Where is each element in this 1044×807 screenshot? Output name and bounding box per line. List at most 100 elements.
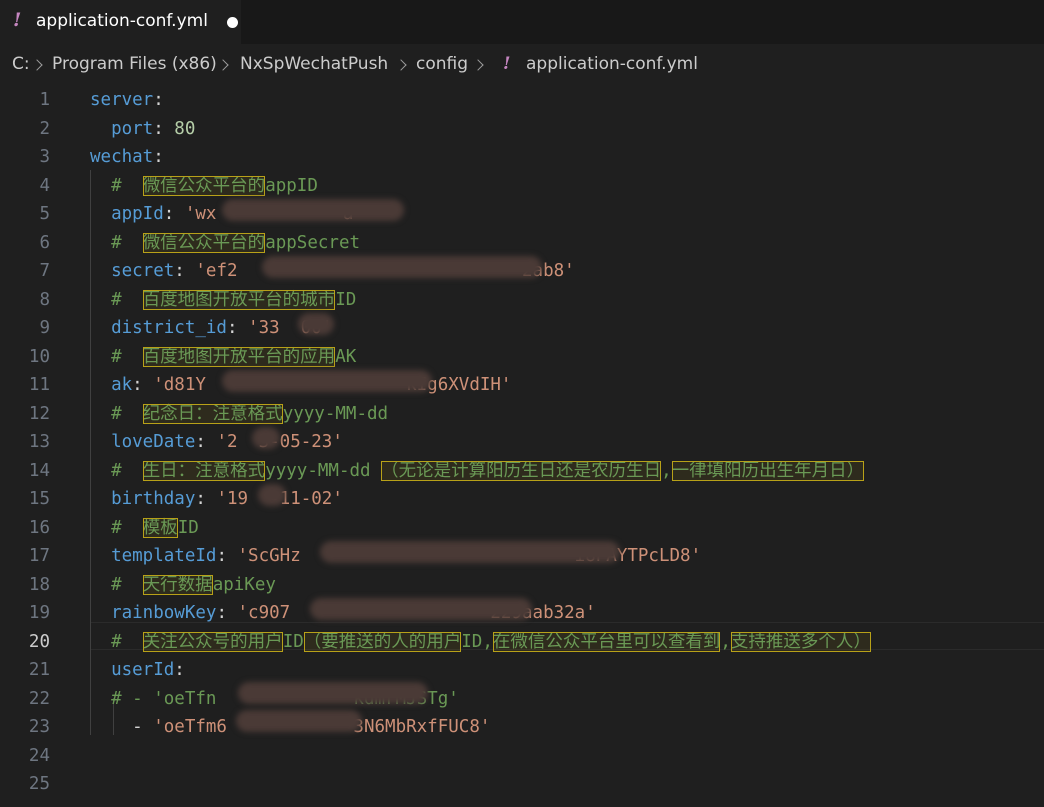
code-token: ID xyxy=(177,517,199,538)
code-token: : xyxy=(153,90,164,110)
code-token: yyyy-MM-dd xyxy=(282,403,389,424)
line-number: 2 xyxy=(39,118,50,139)
line-number: 3 xyxy=(39,147,50,167)
code-token: 生日：注意格式 xyxy=(142,460,266,481)
code-token: wechat xyxy=(90,147,154,167)
redaction-blur xyxy=(258,484,286,506)
code-token: # xyxy=(90,631,143,652)
yaml-file-icon: ! xyxy=(503,54,511,74)
code-line[interactable]: 8 # 百度地图开放平台的城市ID xyxy=(0,286,1044,314)
code-token: （无论是计算阳历生日还是农历生日 xyxy=(381,460,662,481)
code-line[interactable]: 18 # 天行数据apiKey xyxy=(0,571,1044,599)
code-token: birthday xyxy=(90,489,196,509)
code-token: appID xyxy=(265,175,318,196)
line-number: 21 xyxy=(28,660,50,680)
redaction-blur xyxy=(222,199,404,221)
line-code: port: 80 xyxy=(90,115,195,143)
code-line[interactable]: 5 appId: 'wx a' xyxy=(0,200,1044,228)
code-token: '19 xyxy=(216,489,249,509)
code-token: 'wx xyxy=(184,204,217,224)
code-line[interactable]: 16 # 模板ID xyxy=(0,514,1044,542)
yaml-file-icon: ! xyxy=(13,9,22,31)
code-token: userId xyxy=(90,660,175,680)
code-line[interactable]: 14 # 生日：注意格式yyyy-MM-dd （无论是计算阳历生日还是农历生日,… xyxy=(0,457,1044,485)
code-token: , xyxy=(661,460,672,481)
code-token: 关注公众号的用户 xyxy=(142,631,283,652)
line-code: userId: xyxy=(90,656,185,684)
code-line[interactable]: 1 server: xyxy=(0,86,1044,114)
code-token: ID xyxy=(282,631,304,652)
code-editor[interactable]: 1 server: 2 port: 80 3 wechat: 4 # 微信公众平台的app… xyxy=(0,86,1044,807)
line-number: 23 xyxy=(28,717,50,737)
code-token: : xyxy=(226,318,249,338)
line-number: 10 xyxy=(28,346,50,367)
code-token: # xyxy=(90,289,143,310)
line-code: wechat: xyxy=(90,143,164,171)
code-line[interactable]: 25 xyxy=(0,770,1044,798)
code-line[interactable]: 23 - 'oeTfm6 3N6MbRxfFUC8' xyxy=(0,713,1044,741)
code-token: ID, xyxy=(461,631,493,652)
chevron-right-icon xyxy=(31,59,43,71)
breadcrumb-item-nxspwechatpush[interactable]: NxSpWechatPush xyxy=(240,54,388,74)
code-line[interactable]: 2 port: 80 xyxy=(0,115,1044,143)
code-token: # xyxy=(90,175,143,196)
code-token: 一律填阳历出生年月日） xyxy=(671,460,865,481)
redaction-blur xyxy=(238,682,428,704)
code-token: # xyxy=(90,574,143,595)
code-token: # xyxy=(90,460,143,481)
code-line[interactable]: 21 userId: xyxy=(0,656,1044,684)
line-code: # 关注公众号的用户ID（要推送的人的用户ID,在微信公众平台里可以查看到,支持… xyxy=(90,628,871,656)
code-token: 百度地图开放平台的应用 xyxy=(142,346,336,367)
editor-tab[interactable]: ! application-conf.yml xyxy=(0,0,241,44)
code-line[interactable]: 6 # 微信公众平台的appSecret xyxy=(0,229,1044,257)
tab-filename: application-conf.yml xyxy=(36,11,208,31)
line-number: 25 xyxy=(28,774,50,794)
code-line[interactable]: 24 xyxy=(0,742,1044,770)
code-line[interactable]: 22 # - 'oeTfn kdmrMJSTg' xyxy=(0,685,1044,713)
redaction-blur xyxy=(298,313,334,335)
code-line[interactable]: 20 # 关注公众号的用户ID（要推送的人的用户ID,在微信公众平台里可以查看到… xyxy=(0,628,1044,656)
redaction-blur xyxy=(222,370,432,392)
code-line[interactable]: 11 ak: 'd81Y kIg6XVdIH' xyxy=(0,371,1044,399)
code-token: # xyxy=(90,232,143,253)
breadcrumb-item-file[interactable]: application-conf.yml xyxy=(526,54,698,74)
line-number: 5 xyxy=(39,204,50,224)
code-line[interactable]: 13 loveDate: '2 3-05-23' xyxy=(0,428,1044,456)
code-token: 支持推送多个人） xyxy=(730,631,871,652)
breadcrumb-item-program-files[interactable]: Program Files (x86) xyxy=(52,54,217,74)
line-code: loveDate: '2 3-05-23' xyxy=(90,428,343,456)
code-line[interactable]: 15 birthday: '19 -11-02' xyxy=(0,485,1044,513)
line-number: 19 xyxy=(28,603,50,623)
code-token: : xyxy=(174,660,185,680)
code-line[interactable]: 3 wechat: xyxy=(0,143,1044,171)
line-code: birthday: '19 -11-02' xyxy=(90,485,343,513)
code-token: 'd81Y xyxy=(153,375,206,395)
code-token: 百度地图开放平台的城市 xyxy=(142,289,336,310)
code-line[interactable]: 4 # 微信公众平台的appID xyxy=(0,172,1044,200)
line-code: # 模板ID xyxy=(90,514,199,542)
code-token: 'c907 xyxy=(237,603,291,623)
code-token: # xyxy=(90,346,143,367)
code-token: , xyxy=(720,631,731,652)
breadcrumb-item-config[interactable]: config xyxy=(416,54,468,74)
unsaved-dot-icon[interactable] xyxy=(227,17,238,28)
line-code: # 百度地图开放平台的应用AK xyxy=(90,343,356,371)
chevron-right-icon xyxy=(217,59,229,71)
code-token: : xyxy=(216,546,238,566)
code-token: 微信公众平台的 xyxy=(142,175,266,196)
code-token: secret xyxy=(90,261,175,281)
line-number: 13 xyxy=(28,432,50,452)
line-code: # 微信公众平台的appSecret xyxy=(90,229,360,257)
code-line[interactable]: 12 # 纪念日：注意格式yyyy-MM-dd xyxy=(0,400,1044,428)
redaction-blur xyxy=(262,256,542,278)
line-number: 9 xyxy=(39,318,50,338)
line-number: 20 xyxy=(28,631,50,652)
code-token: : xyxy=(195,432,217,452)
code-token: appSecret xyxy=(265,232,361,253)
redaction-blur xyxy=(310,598,532,620)
code-token: 天行数据 xyxy=(142,574,213,595)
line-number: 22 xyxy=(28,688,50,709)
breadcrumb-item-drive[interactable]: C: xyxy=(12,54,30,74)
code-line[interactable]: 10 # 百度地图开放平台的应用AK xyxy=(0,343,1044,371)
code-line[interactable]: 9 district_id: '33 00' xyxy=(0,314,1044,342)
